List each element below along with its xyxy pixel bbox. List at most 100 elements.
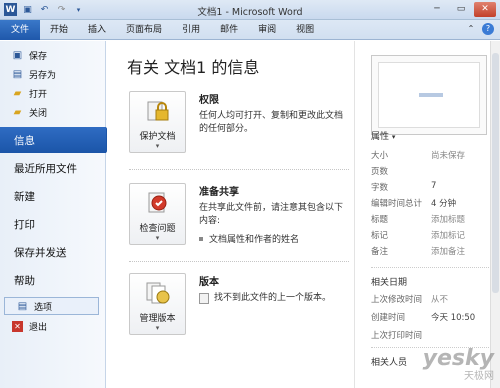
nav-exit[interactable]: ✕ 退出	[0, 317, 105, 336]
section-title: 权限	[199, 95, 219, 106]
add-comment-field[interactable]: 添加备注	[431, 245, 465, 257]
nav-label: 另存为	[29, 71, 57, 81]
property-row: 标记 添加标记	[371, 229, 496, 241]
properties-header[interactable]: 属性 ▾	[371, 129, 395, 142]
button-label: 检查问题	[139, 224, 176, 234]
properties-pane: 属性 ▾ 大小 尚未保存 页数 字数 7 编辑时间总计 4 分钟 标题 添加标题…	[354, 41, 500, 388]
date-value: 今天 10:50	[431, 313, 476, 323]
nav-label: 选项	[34, 302, 53, 313]
related-people-header: 相关人员	[371, 358, 408, 368]
property-value: 尚未保存	[431, 151, 466, 161]
vertical-scrollbar[interactable]	[490, 41, 500, 388]
close-button[interactable]: ✕	[474, 2, 496, 17]
divider	[129, 261, 349, 262]
property-key: 编辑时间总计	[371, 199, 423, 209]
nav-recent[interactable]: 最近所用文件	[0, 155, 105, 181]
backstage-nav: ▣ 保存 ▤ 另存为 ▰ 打开 ▰ 关闭 信息 最近所用文件 新建 打印 保存并…	[0, 41, 114, 388]
tab-insert[interactable]: 插入	[78, 20, 116, 40]
date-row: 上次打印时间	[371, 329, 496, 341]
ribbon-tab-bar: 文件 开始 插入 页面布局 引用 邮件 审阅 视图 ⌃ ?	[0, 20, 500, 40]
tab-page-layout[interactable]: 页面布局	[116, 20, 172, 40]
tab-review[interactable]: 审阅	[248, 20, 286, 40]
property-key: 标记	[371, 231, 389, 241]
chevron-down-icon: ▾	[155, 142, 160, 150]
chevron-down-icon: ▾	[155, 234, 160, 242]
list-item: 文档属性和作者的姓名	[199, 232, 351, 245]
date-row: 上次修改时间 从不	[371, 293, 496, 305]
nav-options[interactable]: ▤ 选项	[4, 297, 99, 315]
minimize-ribbon-icon[interactable]: ⌃	[465, 23, 477, 35]
folder-open-icon: ▰	[13, 88, 22, 99]
property-key: 页数	[371, 167, 389, 177]
versions-section: 管理版本 ▾ 版本 找不到此文件的上一个版本。	[129, 273, 349, 343]
nav-save-send[interactable]: 保存并发送	[0, 239, 105, 265]
date-row: 创建时间 今天 10:50	[371, 311, 496, 323]
property-row: 大小 尚未保存	[371, 149, 496, 161]
window-title: 文档1 - Microsoft Word	[197, 7, 303, 18]
section-title: 准备共享	[199, 187, 239, 198]
minimize-button[interactable]: ─	[426, 2, 448, 17]
page-title: 有关 文档1 的信息	[127, 58, 260, 77]
exit-icon: ✕	[12, 321, 23, 332]
property-value: 7	[431, 181, 437, 191]
nav-close[interactable]: ▰ 关闭	[0, 103, 105, 122]
divider	[129, 169, 349, 170]
save-as-icon: ▤	[12, 69, 23, 80]
nav-label: 退出	[29, 323, 48, 333]
scrollbar-thumb[interactable]	[492, 53, 499, 293]
nav-help[interactable]: 帮助	[0, 267, 105, 293]
nav-info[interactable]: 信息	[0, 127, 114, 153]
nav-save[interactable]: ▣ 保存	[0, 46, 105, 65]
manage-versions-button[interactable]: 管理版本 ▾	[129, 273, 186, 335]
tab-view[interactable]: 视图	[286, 20, 324, 40]
property-row: 字数 7	[371, 181, 496, 193]
tab-references[interactable]: 引用	[172, 20, 210, 40]
add-tag-field[interactable]: 添加标记	[431, 229, 465, 241]
add-title-field[interactable]: 添加标题	[431, 213, 465, 225]
check-issues-button[interactable]: 检查问题 ▾	[129, 183, 186, 245]
property-key: 标题	[371, 215, 389, 225]
watermark-logo: yesky 天极网	[423, 346, 494, 382]
prepare-sharing-section: 检查问题 ▾ 准备共享 在共享此文件前，请注意其包含以下内容: 文档属性和作者的…	[129, 183, 349, 253]
property-row: 标题 添加标题	[371, 213, 496, 225]
document-thumbnail	[371, 55, 487, 135]
tab-home[interactable]: 开始	[40, 20, 78, 40]
divider	[371, 267, 491, 268]
nav-save-as[interactable]: ▤ 另存为	[0, 65, 105, 84]
title-bar: W ▣ ↶ ↷ ▾ 文档1 - Microsoft Word ─ ▭ ✕	[0, 0, 500, 20]
date-key: 上次打印时间	[371, 331, 423, 341]
nav-open[interactable]: ▰ 打开	[0, 84, 105, 103]
section-description: 找不到此文件的上一个版本。	[199, 292, 351, 305]
property-row: 页数	[371, 165, 496, 177]
section-description: 在共享此文件前，请注意其包含以下内容:	[199, 203, 344, 226]
property-value: 4 分钟	[431, 199, 457, 209]
bullet-icon	[199, 236, 203, 241]
section-description: 任何人均可打开、复制和更改此文档的任何部分。	[199, 111, 344, 134]
nav-print[interactable]: 打印	[0, 211, 105, 237]
property-key: 字数	[371, 183, 389, 193]
version-text: 找不到此文件的上一个版本。	[214, 293, 332, 303]
inspect-document-icon	[148, 192, 166, 213]
permissions-section: 保护文档 ▾ 权限 任何人均可打开、复制和更改此文档的任何部分。	[129, 91, 349, 161]
chevron-down-icon: ▾	[391, 133, 396, 141]
chevron-down-icon: ▾	[155, 324, 160, 332]
nav-label: 打开	[29, 90, 48, 100]
close-document-icon: ▰	[13, 107, 22, 118]
window-controls: ─ ▭ ✕	[426, 2, 496, 17]
protect-document-button[interactable]: 保护文档 ▾	[129, 91, 186, 153]
date-key: 创建时间	[371, 313, 406, 323]
section-title: 版本	[199, 277, 219, 288]
maximize-button[interactable]: ▭	[450, 2, 472, 17]
save-icon: ▣	[12, 50, 23, 61]
button-label: 保护文档	[139, 132, 176, 142]
tab-mailings[interactable]: 邮件	[210, 20, 248, 40]
property-key: 备注	[371, 247, 389, 257]
bullet-text: 文档属性和作者的姓名	[209, 235, 300, 245]
version-icon	[199, 293, 209, 304]
help-icon[interactable]: ?	[482, 23, 494, 35]
nav-new[interactable]: 新建	[0, 183, 105, 209]
property-key: 大小	[371, 151, 389, 161]
tab-file[interactable]: 文件	[0, 20, 41, 40]
manage-versions-icon	[146, 282, 169, 304]
nav-label: 关闭	[29, 109, 48, 119]
